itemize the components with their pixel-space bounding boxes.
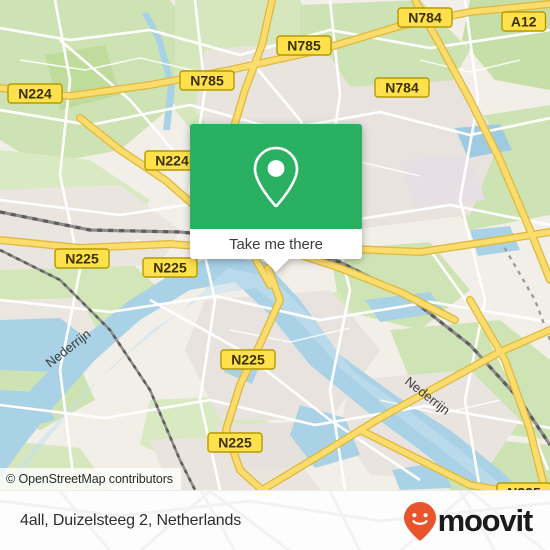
road-shield-label: N224 — [155, 153, 189, 169]
attribution-text: © OpenStreetMap contributors — [6, 472, 173, 486]
poi-callout-card[interactable]: Take me there — [190, 124, 362, 272]
road-shield-label: N225 — [231, 352, 265, 368]
map-attribution[interactable]: © OpenStreetMap contributors — [0, 468, 181, 490]
road-shield: N784 — [397, 7, 453, 28]
road-shield-label: N225 — [65, 251, 99, 267]
bottom-info-bar: 4all, Duizelsteeg 2, Netherlands moovit — [0, 490, 550, 550]
road-shield: N225 — [207, 432, 263, 453]
poi-card-header — [190, 124, 362, 229]
map-pin-icon — [253, 146, 299, 207]
road-shield: N225 — [54, 248, 110, 269]
take-me-there-label: Take me there — [229, 235, 323, 253]
road-shield: N325 — [496, 482, 550, 490]
poi-card-pointer — [263, 259, 289, 272]
poi-address: 4all, Duizelsteeg 2, Netherlands — [20, 511, 242, 529]
road-shield-label: N225 — [218, 435, 252, 451]
road-shield: N785 — [179, 70, 235, 91]
map-screenshot-root: Nederrijn Nederrijn N784 A12 N785 N785 N784 N… — [0, 0, 550, 550]
road-shield-label: N784 — [408, 10, 442, 26]
road-shield: N225 — [220, 349, 276, 370]
moovit-smiley-pin-icon — [403, 501, 436, 541]
road-shield-label: N225 — [153, 260, 187, 276]
road-shield-label: N784 — [385, 80, 419, 96]
road-shield: N785 — [276, 35, 332, 56]
road-shield: N224 — [7, 83, 63, 104]
map-viewport[interactable]: Nederrijn Nederrijn N784 A12 N785 N785 N784 N… — [0, 0, 550, 490]
road-shield-label: N785 — [190, 73, 224, 89]
poi-card-footer[interactable]: Take me there — [190, 229, 362, 272]
moovit-brand-logo[interactable]: moovit — [403, 501, 534, 541]
road-shield-label: A12 — [511, 14, 537, 30]
road-shield-label: N224 — [18, 86, 52, 102]
moovit-wordmark: moovit — [437, 503, 534, 538]
road-shield-label: N785 — [287, 38, 321, 54]
road-shield: N784 — [374, 77, 430, 98]
road-shield: A12 — [501, 11, 547, 32]
road-shield: N225 — [142, 257, 198, 278]
